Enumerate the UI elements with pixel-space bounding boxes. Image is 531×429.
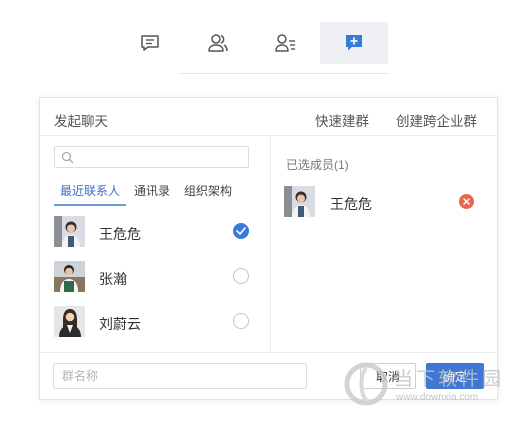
contact-card-icon [275, 34, 295, 52]
select-checkbox[interactable] [233, 268, 249, 284]
cross-enterprise-group-link[interactable]: 创建跨企业群 [396, 110, 477, 130]
contact-tabs: 最近联系人 通讯录 组织架构 [54, 182, 240, 206]
dialog-title: 发起聊天 [54, 114, 108, 129]
watermark-logo-icon [344, 362, 388, 406]
contact-name: 张瀚 [99, 271, 127, 287]
contact-row[interactable]: 刘蔚云 [54, 306, 259, 338]
contact-name: 王危危 [99, 226, 141, 242]
select-checkbox[interactable] [233, 223, 249, 239]
start-chat-dialog: 发起聊天 快速建群 创建跨企业群 最近联系人 通讯录 组织架构 王危危 张瀚 刘… [39, 97, 498, 400]
tab-org-structure[interactable]: 组织架构 [178, 182, 238, 206]
contact-row[interactable]: 张瀚 [54, 261, 259, 293]
close-icon [463, 198, 470, 205]
selected-members-title: 已选成员(1) [286, 158, 349, 172]
avatar [54, 261, 85, 292]
search-input[interactable] [54, 146, 249, 168]
add-chat-toolbar-button[interactable] [320, 22, 388, 64]
group-name-input[interactable] [53, 363, 307, 389]
contacts-icon [208, 34, 228, 52]
selected-member-name: 王危危 [330, 196, 372, 212]
selected-member: 王危危 [284, 186, 474, 218]
watermark-text: 当下软件园 [394, 368, 505, 390]
contact-name: 刘蔚云 [99, 316, 141, 332]
top-toolbar [116, 22, 390, 64]
chat-toolbar-button[interactable] [116, 22, 184, 64]
contact-row[interactable]: 王危危 [54, 216, 259, 248]
contact-card-toolbar-button[interactable] [252, 22, 320, 64]
tab-recent-contacts[interactable]: 最近联系人 [54, 182, 127, 206]
selected-members-panel: 已选成员(1) 王危危 [272, 136, 498, 352]
remove-member-button[interactable] [459, 194, 474, 209]
chat-icon [141, 35, 159, 51]
tab-address-book[interactable]: 通讯录 [128, 182, 176, 206]
toolbar-divider [178, 73, 390, 74]
contacts-toolbar-button[interactable] [184, 22, 252, 64]
search-icon [61, 151, 74, 164]
quick-group-link[interactable]: 快速建群 [315, 110, 369, 130]
avatar [284, 186, 315, 217]
add-chat-icon [346, 35, 362, 51]
contact-picker: 最近联系人 通讯录 组织架构 王危危 张瀚 刘蔚云 [40, 136, 271, 352]
watermark: 当下软件园 www.downxia.com [342, 360, 527, 410]
select-checkbox[interactable] [233, 313, 249, 329]
checkmark-icon [236, 227, 246, 235]
dialog-header: 发起聊天 快速建群 创建跨企业群 [40, 98, 497, 136]
watermark-url: www.downxia.com [396, 392, 479, 403]
avatar [54, 306, 85, 337]
avatar [54, 216, 85, 247]
